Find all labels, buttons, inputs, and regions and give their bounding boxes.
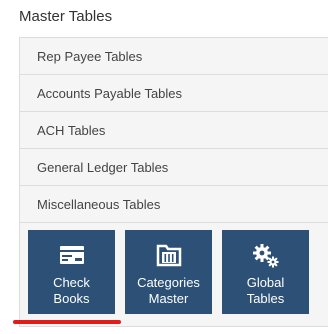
section-title: Master Tables	[19, 8, 113, 25]
menu-item-general-ledger-tables[interactable]: General Ledger Tables	[20, 149, 328, 186]
categories-master-label: Categories Master	[137, 275, 200, 306]
master-tables-page: Master Tables Rep Payee Tables Accounts …	[0, 0, 328, 334]
menu-item-ach-tables[interactable]: ACH Tables	[20, 112, 328, 149]
menu-list: Rep Payee Tables Accounts Payable Tables…	[20, 38, 328, 223]
menu-item-accounts-payable-tables[interactable]: Accounts Payable Tables	[20, 75, 328, 112]
folder-icon	[154, 241, 184, 269]
global-tables-tile[interactable]: Global Tables	[222, 230, 309, 314]
menu-item-rep-payee-tables[interactable]: Rep Payee Tables	[20, 38, 328, 75]
check-books-tile[interactable]: Check Books	[28, 230, 115, 314]
tile-row: Check Books Categories Master Global Tab…	[28, 230, 319, 314]
global-tables-label: Global Tables	[246, 275, 285, 306]
categories-master-tile[interactable]: Categories Master	[125, 230, 212, 314]
active-tile-indicator	[13, 320, 121, 324]
gears-icon	[251, 241, 281, 269]
checkbook-icon	[57, 241, 87, 269]
check-books-label: Check Books	[53, 275, 90, 306]
menu-item-miscellaneous-tables[interactable]: Miscellaneous Tables	[20, 186, 328, 223]
master-tables-panel: Rep Payee Tables Accounts Payable Tables…	[19, 37, 328, 327]
